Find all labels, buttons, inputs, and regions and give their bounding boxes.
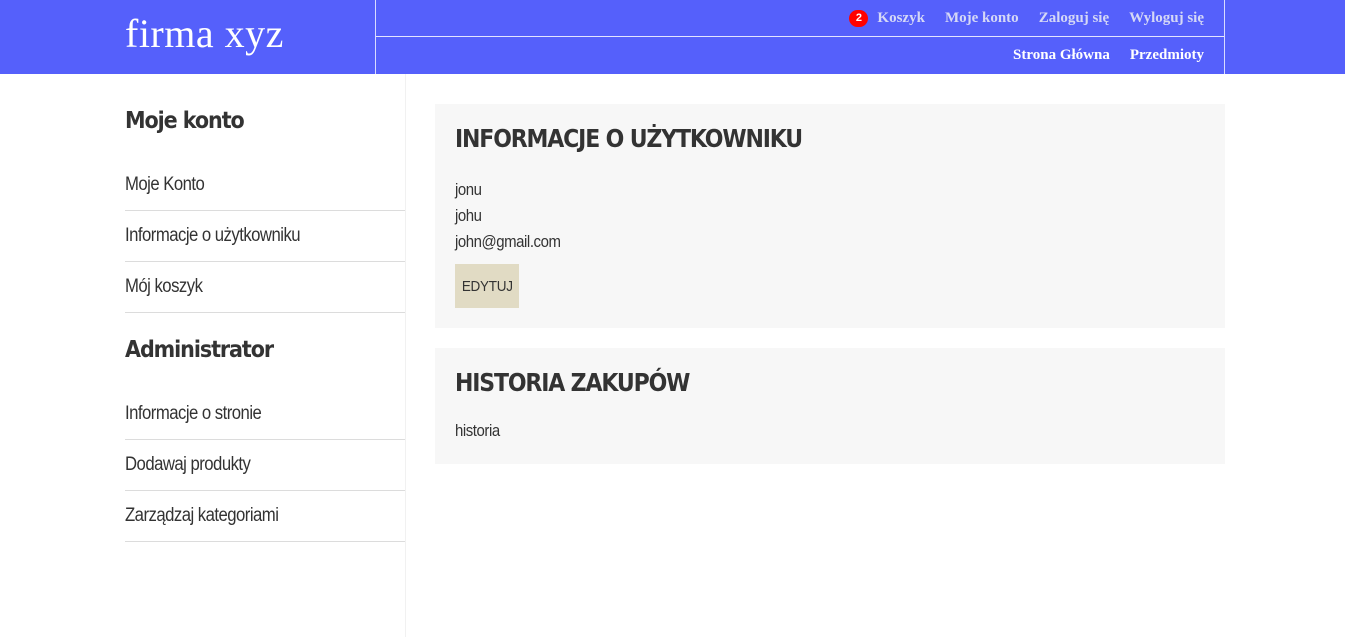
sidebar-item-label[interactable]: Zarządzaj kategoriami: [125, 505, 279, 527]
name-value: johu: [455, 206, 482, 225]
sidebar-item-site-info[interactable]: Informacje o stronie: [125, 389, 405, 440]
sidebar: Moje konto Moje Konto Informacje o użytk…: [125, 74, 406, 637]
sidebar-item-manage-categories[interactable]: Zarządzaj kategoriami: [125, 491, 405, 542]
sidebar-item-label[interactable]: Informacje o użytkowniku: [125, 225, 301, 247]
user-nav: 2 Koszyk Moje konto Zaloguj się Wyloguj …: [849, 0, 1204, 36]
user-info-details: jonu johu john@gmail.com: [455, 177, 575, 255]
nav-login-link[interactable]: Zaloguj się: [1039, 10, 1109, 27]
purchase-history-panel: HISTORIA ZAKUPÓW historia: [435, 348, 1225, 464]
edit-button[interactable]: EDYTUJ: [455, 264, 519, 308]
email-value: john@gmail.com: [455, 232, 561, 251]
purchase-history-text: historia: [455, 421, 500, 440]
nav-items-link[interactable]: Przedmioty: [1130, 47, 1204, 64]
sidebar-item-user-info[interactable]: Informacje o użytkowniku: [125, 211, 405, 262]
nav-home-link[interactable]: Strona Główna: [1013, 47, 1110, 64]
sidebar-item-my-account[interactable]: Moje Konto: [125, 160, 405, 211]
sidebar-item-add-products[interactable]: Dodawaj produkty: [125, 440, 405, 491]
nav-my-account-link[interactable]: Moje konto: [945, 10, 1019, 27]
site-logo[interactable]: firma xyz: [125, 12, 284, 56]
main-nav: Strona Główna Przedmioty: [993, 37, 1204, 74]
sidebar-item-label[interactable]: Moje Konto: [125, 174, 205, 196]
sidebar-item-label[interactable]: Dodawaj produkty: [125, 454, 251, 476]
edit-button-label: EDYTUJ: [461, 277, 513, 295]
purchase-history-title: HISTORIA ZAKUPÓW: [455, 368, 690, 397]
user-info-title: INFORMACJE O UŻYTKOWNIKU: [455, 124, 803, 153]
cart-count-badge: 2: [849, 9, 869, 27]
cart-link-group[interactable]: 2 Koszyk: [849, 9, 925, 27]
sidebar-admin-menu: Informacje o stronie Dodawaj produkty Za…: [125, 389, 405, 542]
top-header-bar: firma xyz 2 Koszyk Moje konto Zaloguj si…: [0, 0, 1345, 74]
username-value: jonu: [455, 180, 482, 199]
sidebar-item-label[interactable]: Informacje o stronie: [125, 403, 262, 425]
user-info-panel: INFORMACJE O UŻYTKOWNIKU jonu johu john@…: [435, 104, 1225, 328]
sidebar-item-label[interactable]: Mój koszyk: [125, 276, 203, 298]
sidebar-heading-admin: Administrator: [125, 337, 274, 363]
sidebar-item-my-cart[interactable]: Mój koszyk: [125, 262, 405, 313]
nav-logout-link[interactable]: Wyloguj się: [1129, 10, 1204, 27]
header-nav: 2 Koszyk Moje konto Zaloguj się Wyloguj …: [375, 0, 1225, 74]
nav-cart-link[interactable]: Koszyk: [877, 10, 925, 27]
sidebar-account-menu: Moje Konto Informacje o użytkowniku Mój …: [125, 160, 405, 313]
sidebar-heading-account: Moje konto: [125, 108, 245, 134]
